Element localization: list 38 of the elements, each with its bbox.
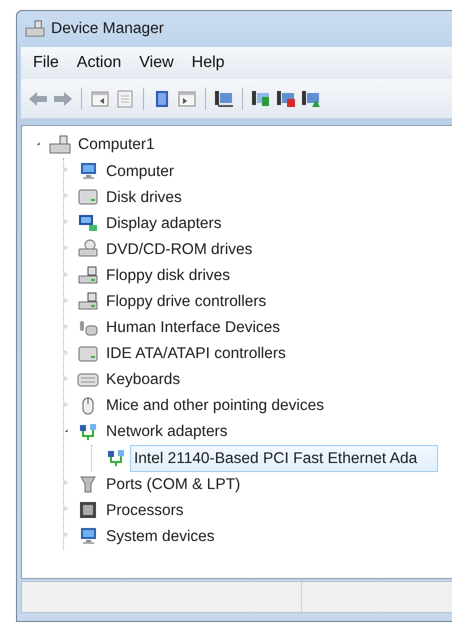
chip-icon [77,500,99,520]
computer-icon [49,135,71,156]
menu-item[interactable]: Help [184,49,233,77]
tree-item[interactable]: Computer1 [74,131,159,159]
panel-icon[interactable] [176,88,198,108]
menu-item[interactable]: File [25,49,67,77]
tree-item[interactable]: System devices [102,522,219,550]
tree-item[interactable]: Network adapters [102,418,232,446]
tree-item[interactable]: Human Interface Devices [102,314,284,342]
disable-monitor-icon[interactable] [275,88,297,108]
floppy-drive-icon [77,292,99,312]
tree-item[interactable]: Floppy drive controllers [102,288,270,316]
scan-monitor-icon[interactable] [213,88,235,108]
display-icon [77,213,99,234]
floppy-drive-icon [77,266,99,286]
optical-drive-icon [77,239,99,260]
network-icon [77,422,99,442]
tree-item[interactable]: Display adapters [102,210,226,237]
tree-item[interactable]: Ports (COM & LPT) [102,470,244,498]
panel-icon[interactable] [89,88,111,108]
tree-item[interactable]: Disk drives [102,184,186,211]
computer-icon [25,20,45,38]
update-monitor-icon[interactable] [250,88,272,108]
tree-item[interactable]: Intel 21140-Based PCI Fast Ethernet Ada [130,444,438,472]
enable-monitor-icon[interactable] [300,88,322,108]
tree-item[interactable]: Computer [102,158,178,185]
window-title: Device Manager [51,19,164,40]
tree-item[interactable]: IDE ATA/ATAPI controllers [102,340,290,368]
tree-item[interactable]: Processors [102,496,188,524]
tree-item[interactable]: DVD/CD-ROM drives [102,236,256,264]
drive-icon [77,187,99,208]
drive-icon [77,344,99,364]
menu-item[interactable]: Action [68,49,130,77]
tree-item[interactable]: Keyboards [102,366,184,394]
tree-item[interactable]: Mice and other pointing devices [102,392,328,420]
tree-item[interactable]: Floppy disk drives [102,262,234,290]
network-icon [105,448,127,468]
menu-item[interactable]: View [131,49,182,77]
